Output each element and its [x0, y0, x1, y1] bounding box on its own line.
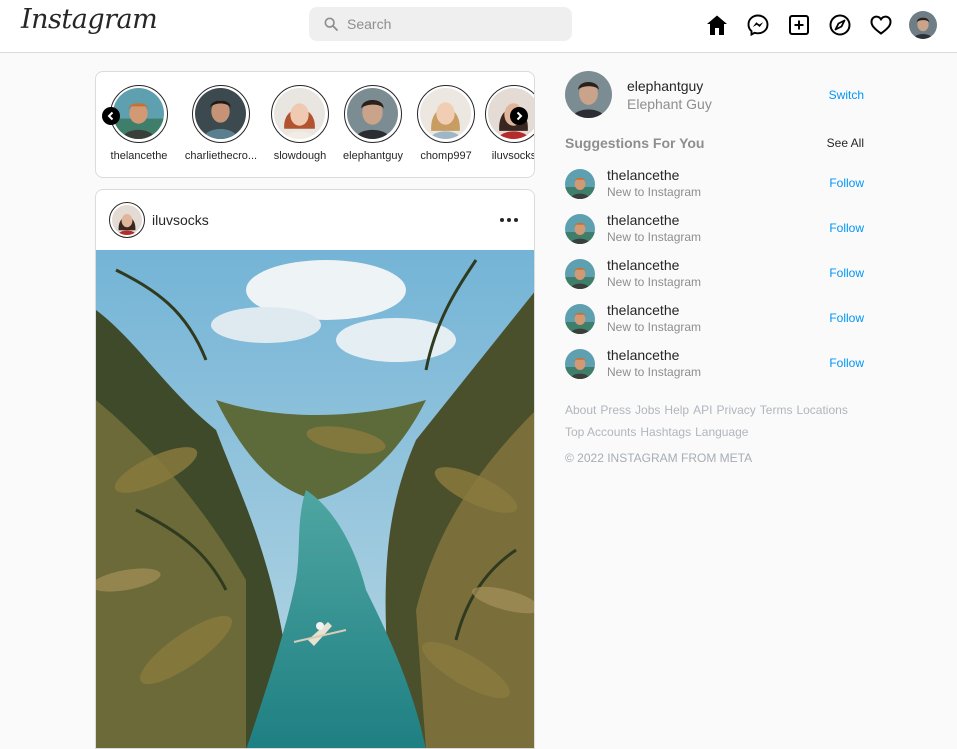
- feed-post: iluvsocks: [95, 189, 535, 749]
- story-item[interactable]: iluvsocks: [481, 85, 534, 162]
- suggestions-title: Suggestions For You: [565, 135, 705, 151]
- footer-links: About Press Jobs Help API Privacy Terms Locatio…: [565, 399, 848, 443]
- story-item[interactable]: charliethecro...: [185, 85, 257, 162]
- story-avatar: [274, 88, 325, 139]
- story-item[interactable]: chomp997: [413, 85, 479, 162]
- story-username: thelancethe: [110, 150, 168, 162]
- activity-icon[interactable]: [867, 11, 895, 39]
- current-username[interactable]: elephantguy: [627, 78, 703, 94]
- story-item[interactable]: slowdough: [267, 85, 333, 162]
- copyright: © 2022 INSTAGRAM FROM META: [565, 451, 753, 465]
- story-avatar: [113, 88, 164, 139]
- suggestion-item: thelancethe New to Instagram Follow: [565, 302, 865, 347]
- post-author-username[interactable]: iluvsocks: [152, 212, 209, 228]
- right-sidebar: elephantguy Elephant Guy Switch Suggesti…: [565, 71, 865, 465]
- suggestion-item: thelancethe New to Instagram Follow: [565, 347, 865, 392]
- see-all-button[interactable]: See All: [827, 136, 864, 150]
- follow-button[interactable]: Follow: [829, 356, 864, 370]
- post-image[interactable]: [96, 250, 534, 748]
- footer-link[interactable]: About: [565, 403, 596, 417]
- story-username: iluvsocks: [491, 150, 535, 162]
- follow-button[interactable]: Follow: [829, 311, 864, 325]
- suggestion-username[interactable]: thelancethe: [607, 212, 679, 228]
- post-author-avatar[interactable]: [109, 202, 145, 238]
- footer-link[interactable]: API: [693, 403, 712, 417]
- current-user: elephantguy Elephant Guy Switch: [565, 71, 865, 118]
- suggestion-item: thelancethe New to Instagram Follow: [565, 167, 865, 212]
- suggestion-subtitle: New to Instagram: [607, 365, 702, 379]
- footer-link[interactable]: Press: [600, 403, 631, 417]
- instagram-logo[interactable]: Instagram: [21, 4, 158, 35]
- profile-avatar[interactable]: [909, 11, 937, 39]
- search-icon: [324, 17, 338, 31]
- story-item[interactable]: elephantguy: [340, 85, 406, 162]
- messenger-icon[interactable]: [744, 11, 772, 39]
- more-options-icon[interactable]: [500, 212, 518, 228]
- stories-next-button[interactable]: [510, 107, 528, 125]
- explore-icon[interactable]: [826, 11, 854, 39]
- suggestions-header: Suggestions For You See All: [565, 135, 865, 155]
- suggestion-avatar[interactable]: [565, 349, 595, 379]
- suggestion-avatar[interactable]: [565, 259, 595, 289]
- suggestion-subtitle: New to Instagram: [607, 275, 702, 289]
- suggestion-item: thelancethe New to Instagram Follow: [565, 257, 865, 302]
- suggestion-username[interactable]: thelancethe: [607, 302, 679, 318]
- switch-account-button[interactable]: Switch: [829, 88, 864, 102]
- suggestion-avatar[interactable]: [565, 169, 595, 199]
- suggestion-username[interactable]: thelancethe: [607, 347, 679, 363]
- stories-tray: thelancethe charliethecro... slowdough e…: [95, 71, 535, 178]
- footer-link[interactable]: Hashtags: [640, 425, 691, 439]
- suggestion-subtitle: New to Instagram: [607, 320, 702, 334]
- follow-button[interactable]: Follow: [829, 266, 864, 280]
- suggestion-username[interactable]: thelancethe: [607, 257, 679, 273]
- suggestion-subtitle: New to Instagram: [607, 230, 702, 244]
- new-post-icon[interactable]: [785, 11, 813, 39]
- footer-link[interactable]: Help: [664, 403, 689, 417]
- suggestion-subtitle: New to Instagram: [607, 185, 702, 199]
- story-username: charliethecro...: [184, 150, 258, 162]
- nav-icons: [703, 11, 937, 39]
- stories-prev-button[interactable]: [102, 107, 120, 125]
- current-full-name: Elephant Guy: [627, 96, 712, 112]
- follow-button[interactable]: Follow: [829, 221, 864, 235]
- chevron-left-icon: [107, 111, 114, 121]
- footer-link[interactable]: Locations: [796, 403, 847, 417]
- suggestion-username[interactable]: thelancethe: [607, 167, 679, 183]
- current-user-avatar[interactable]: [565, 71, 612, 118]
- story-username: slowdough: [273, 150, 327, 162]
- suggestion-item: thelancethe New to Instagram Follow: [565, 212, 865, 257]
- story-avatar: [347, 88, 398, 139]
- follow-button[interactable]: Follow: [829, 176, 864, 190]
- story-avatar: [420, 88, 471, 139]
- search-input[interactable]: [347, 16, 547, 32]
- story-username: elephantguy: [343, 150, 403, 162]
- footer-link[interactable]: Privacy: [716, 403, 755, 417]
- suggestion-avatar[interactable]: [565, 214, 595, 244]
- post-header: iluvsocks: [96, 190, 534, 250]
- footer-link[interactable]: Language: [695, 425, 748, 439]
- suggestions-list: thelancethe New to Instagram Follow thel…: [565, 167, 865, 392]
- story-avatar: [195, 88, 246, 139]
- suggestion-avatar[interactable]: [565, 304, 595, 334]
- top-nav: Instagram: [0, 0, 957, 53]
- home-icon[interactable]: [703, 11, 731, 39]
- footer-link[interactable]: Jobs: [635, 403, 660, 417]
- search-box[interactable]: [309, 7, 572, 41]
- footer-link[interactable]: Terms: [760, 403, 793, 417]
- footer-link[interactable]: Top Accounts: [565, 425, 636, 439]
- chevron-right-icon: [516, 111, 523, 121]
